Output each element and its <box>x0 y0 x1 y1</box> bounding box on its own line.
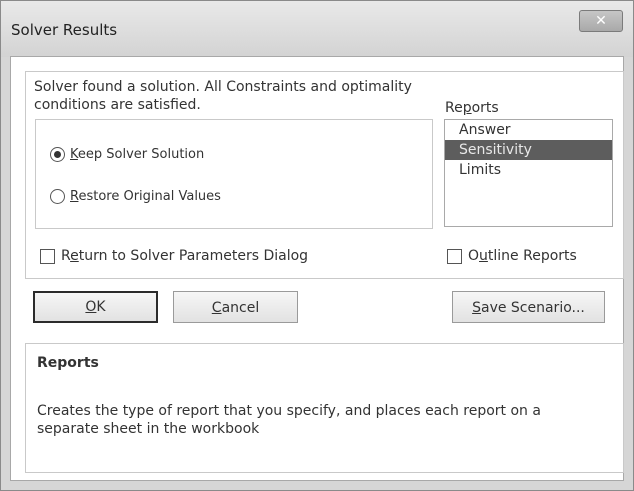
solver-results-dialog: Solver Results ✕ Solver found a solution… <box>0 0 634 491</box>
keep-solution-label: Keep Solver Solution <box>70 147 205 162</box>
report-item-limits[interactable]: Limits <box>445 160 612 180</box>
reports-listbox[interactable]: Answer Sensitivity Limits <box>444 119 613 227</box>
restore-original-values-option[interactable]: Restore Original Values <box>50 189 221 204</box>
dialog-title: Solver Results <box>11 21 118 39</box>
save-scenario-button[interactable]: Save Scenario... <box>452 291 605 323</box>
help-panel: Reports Creates the type of report that … <box>25 343 624 473</box>
outline-reports-checkbox[interactable] <box>447 248 462 264</box>
solution-options-group: Keep Solver Solution Restore Original Va… <box>35 119 433 229</box>
ok-button[interactable]: OK <box>33 291 158 323</box>
help-title: Reports <box>37 355 99 371</box>
message-line-2: conditions are satisfied. <box>34 97 201 113</box>
reports-label: Reports <box>445 100 499 116</box>
keep-solver-solution-option[interactable]: Keep Solver Solution <box>50 147 204 162</box>
keep-solution-radio[interactable] <box>50 147 65 162</box>
dialog-body: Solver found a solution. All Constraints… <box>10 56 624 481</box>
close-icon: ✕ <box>595 13 607 29</box>
report-item-answer[interactable]: Answer <box>445 120 612 140</box>
return-to-parameters-checkbox[interactable] <box>40 248 55 264</box>
solver-message: Solver found a solution. All Constraints… <box>34 78 454 114</box>
message-line-1: Solver found a solution. All Constraints… <box>34 79 412 95</box>
outline-reports-option[interactable]: Outline Reports <box>447 248 577 264</box>
restore-values-radio[interactable] <box>50 189 65 204</box>
return-to-parameters-option[interactable]: Return to Solver Parameters Dialog <box>40 248 308 264</box>
return-to-parameters-label: Return to Solver Parameters Dialog <box>61 248 309 264</box>
cancel-button[interactable]: Cancel <box>173 291 298 323</box>
title-bar: Solver Results ✕ <box>1 1 633 57</box>
help-description: Creates the type of report that you spec… <box>37 403 541 437</box>
results-panel: Solver found a solution. All Constraints… <box>25 71 624 279</box>
outline-reports-label: Outline Reports <box>468 248 577 264</box>
close-button[interactable]: ✕ <box>579 10 623 32</box>
restore-values-label: Restore Original Values <box>70 189 221 204</box>
report-item-sensitivity[interactable]: Sensitivity <box>445 140 612 160</box>
